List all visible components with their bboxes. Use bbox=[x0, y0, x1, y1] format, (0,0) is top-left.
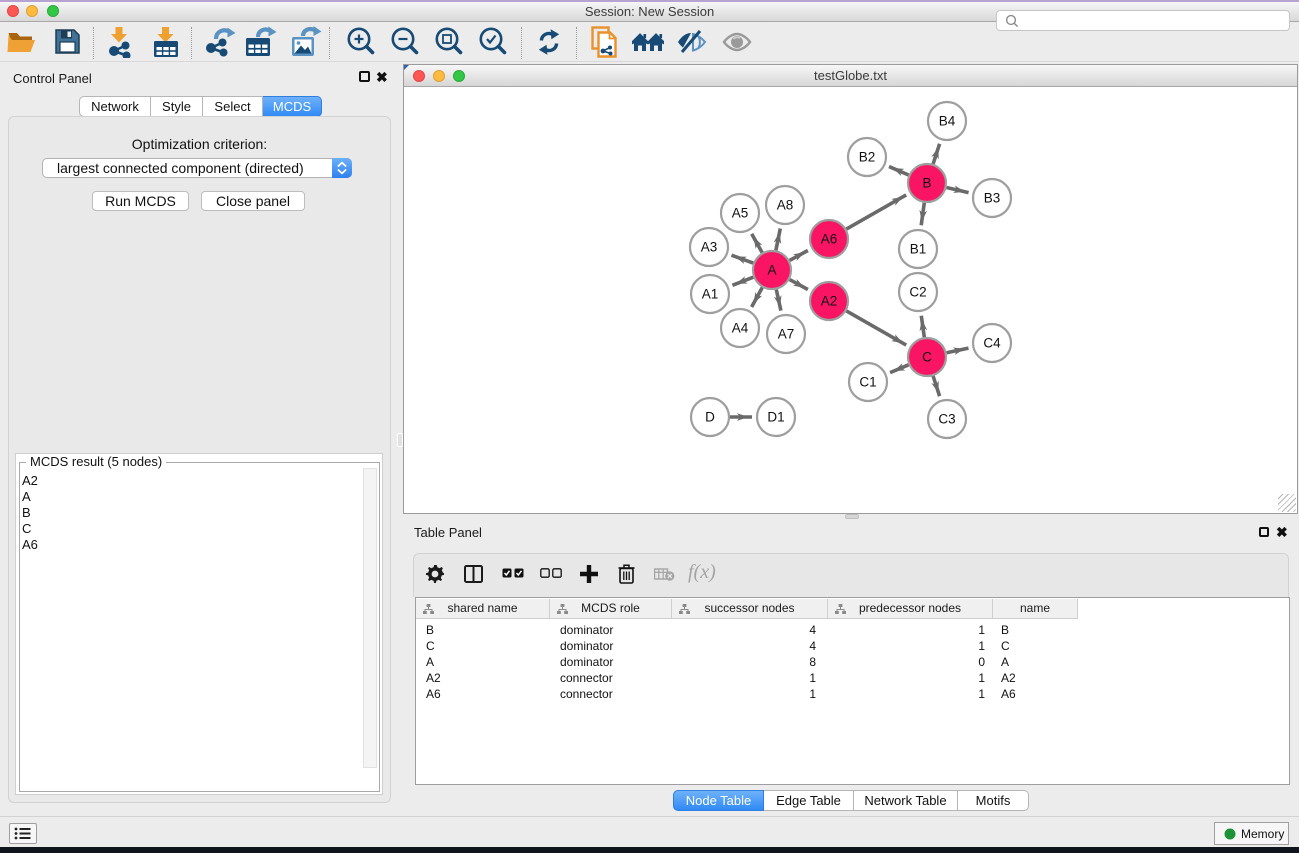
svg-text:B: B bbox=[922, 176, 931, 191]
svg-text:A5: A5 bbox=[732, 206, 749, 221]
svg-text:A6: A6 bbox=[821, 232, 838, 247]
svg-text:A7: A7 bbox=[778, 327, 795, 342]
svg-text:B1: B1 bbox=[910, 242, 927, 257]
svg-text:C3: C3 bbox=[938, 412, 955, 427]
svg-text:D1: D1 bbox=[767, 410, 784, 425]
svg-text:C1: C1 bbox=[859, 375, 876, 390]
svg-text:A4: A4 bbox=[732, 321, 749, 336]
svg-text:A8: A8 bbox=[777, 198, 794, 213]
svg-text:A: A bbox=[767, 263, 776, 278]
svg-text:C2: C2 bbox=[909, 285, 926, 300]
svg-text:C4: C4 bbox=[983, 336, 1001, 351]
svg-text:C: C bbox=[922, 350, 932, 365]
svg-text:B3: B3 bbox=[984, 191, 1001, 206]
svg-text:B2: B2 bbox=[859, 150, 876, 165]
svg-text:D: D bbox=[705, 410, 715, 425]
svg-text:A3: A3 bbox=[701, 240, 718, 255]
svg-text:A2: A2 bbox=[821, 294, 838, 309]
svg-text:A1: A1 bbox=[702, 287, 719, 302]
svg-text:B4: B4 bbox=[939, 114, 956, 129]
